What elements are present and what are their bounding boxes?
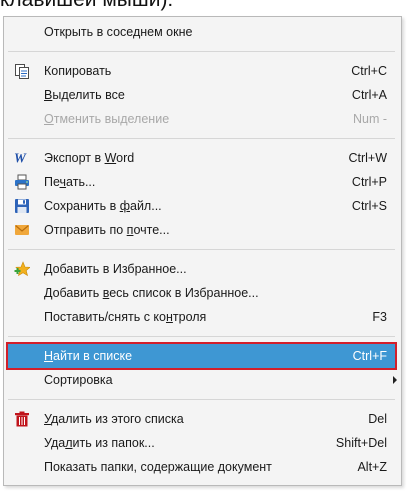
- shortcut-label: Ctrl+P: [351, 175, 387, 189]
- printer-icon: [14, 174, 30, 190]
- menu-item-label: Сохранить в файл...: [44, 199, 162, 213]
- envelope-icon: [14, 222, 30, 238]
- menu-item-label: Отправить по почте...: [44, 223, 170, 237]
- menu-item-label: Печать...: [44, 175, 96, 189]
- caption-text: клавишей мыши):: [0, 0, 173, 12]
- menu-item-label: Выделить все: [44, 88, 125, 102]
- menu-item-add-favorites[interactable]: Добавить в Избранное...: [4, 257, 401, 281]
- shortcut-label: Del: [368, 412, 387, 426]
- menu-item-label: Поставить/снять с контроля: [44, 310, 207, 324]
- menu-item-print[interactable]: Печать... Ctrl+P: [4, 170, 401, 194]
- menu-item-label: Добавить в Избранное...: [44, 262, 187, 276]
- menu-item-toggle-control[interactable]: Поставить/снять с контроля F3: [4, 305, 401, 329]
- svg-text:W: W: [14, 150, 27, 165]
- menu-item-delete-from-list[interactable]: Удалить из этого списка Del: [4, 407, 401, 431]
- menu-item-label: Копировать: [44, 64, 112, 78]
- word-icon: W: [14, 150, 30, 166]
- menu-item-sort[interactable]: Сортировка: [4, 368, 401, 392]
- copy-icon: [14, 63, 30, 79]
- menu-item-label: Удалить из этого списка: [44, 412, 184, 426]
- menu-item-label: Удалить из папок...: [44, 436, 155, 450]
- menu-item-delete-from-folders[interactable]: Удалить из папок... Shift+Del: [4, 431, 401, 455]
- menu-item-label: Сортировка: [44, 373, 113, 387]
- menu-item-label: Экспорт в Word: [44, 151, 135, 165]
- menu-item-label: Открыть в соседнем окне: [44, 25, 193, 39]
- menu-item-show-folders[interactable]: Показать папки, содержащие документ Alt+…: [4, 455, 401, 479]
- menu-separator: [8, 336, 395, 337]
- menu-separator: [8, 249, 395, 250]
- shortcut-label: Ctrl+S: [351, 199, 387, 213]
- star-add-icon: [14, 261, 30, 277]
- menu-item-copy[interactable]: Копировать Ctrl+C: [4, 59, 401, 83]
- trash-icon: [14, 411, 30, 427]
- menu-item-send-mail[interactable]: Отправить по почте...: [4, 218, 401, 242]
- menu-item-export-word[interactable]: W Экспорт в Word Ctrl+W: [4, 146, 401, 170]
- context-menu: Открыть в соседнем окне Копировать Ctrl+…: [3, 16, 402, 486]
- submenu-arrow-icon: [393, 376, 397, 384]
- menu-item-label: Показать папки, содержащие документ: [44, 460, 272, 474]
- shortcut-label: Alt+Z: [357, 460, 387, 474]
- menu-item-label: Отменить выделение: [44, 112, 170, 126]
- menu-item-select-all[interactable]: Выделить все Ctrl+A: [4, 83, 401, 107]
- menu-item-add-all-favorites[interactable]: Добавить весь список в Избранное...: [4, 281, 401, 305]
- menu-item-open-adjacent-window[interactable]: Открыть в соседнем окне: [4, 20, 401, 44]
- shortcut-label: Ctrl+W: [348, 151, 387, 165]
- shortcut-label: Ctrl+A: [351, 88, 387, 102]
- menu-separator: [8, 51, 395, 52]
- menu-item-label: Добавить весь список в Избранное...: [44, 286, 259, 300]
- menu-item-save-file[interactable]: Сохранить в файл... Ctrl+S: [4, 194, 401, 218]
- shortcut-label: Num -: [352, 112, 387, 126]
- shortcut-label: Ctrl+F: [352, 349, 387, 363]
- shortcut-label: Shift+Del: [335, 436, 387, 450]
- menu-item-find-in-list[interactable]: Найти в списке Ctrl+F: [6, 342, 397, 370]
- shortcut-label: Ctrl+C: [351, 64, 387, 78]
- floppy-disk-icon: [14, 198, 30, 214]
- shortcut-label: F3: [372, 310, 387, 324]
- menu-item-label: Найти в списке: [44, 349, 133, 363]
- menu-separator: [8, 399, 395, 400]
- menu-separator: [8, 138, 395, 139]
- menu-item-deselect[interactable]: Отменить выделение Num -: [4, 107, 401, 131]
